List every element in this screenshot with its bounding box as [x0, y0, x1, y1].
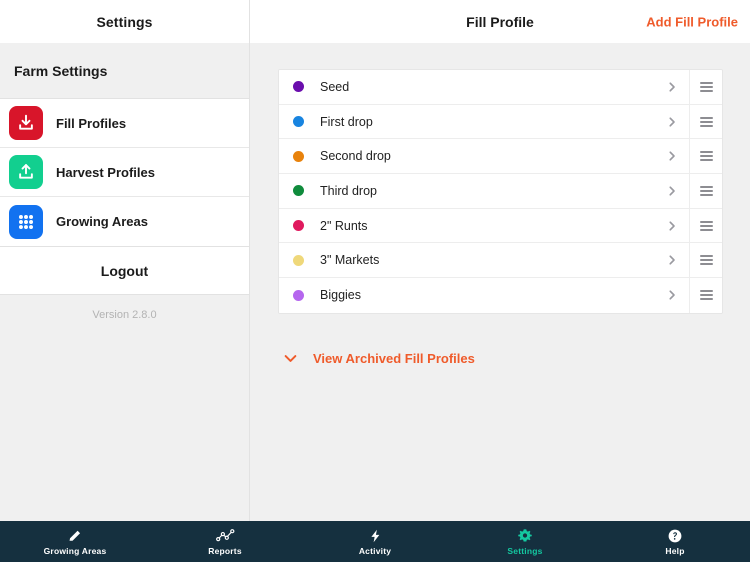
question-icon [667, 527, 683, 544]
bolt-icon [368, 527, 383, 544]
nav-label: Activity [358, 546, 392, 556]
view-archived-fill-profiles-button[interactable]: View Archived Fill Profiles [278, 351, 723, 366]
table-row[interactable]: Seed [279, 70, 722, 105]
profile-name: Third drop [320, 183, 377, 198]
chevron-right-icon[interactable] [655, 174, 689, 208]
drag-handle-icon[interactable] [689, 139, 722, 174]
drag-handle-icon[interactable] [689, 174, 722, 208]
profile-color-dot [293, 254, 304, 266]
drag-handle-icon[interactable] [689, 208, 722, 243]
sidebar-title: Settings [96, 13, 153, 30]
grid-icon [9, 204, 43, 239]
profile-name: 3" Markets [320, 253, 380, 268]
table-row[interactable]: 2" Runts [279, 208, 722, 244]
logout-button[interactable]: Logout [0, 247, 249, 295]
profile-color-dot [293, 150, 304, 162]
fill-profile-list: Seed First drop Second drop Third drop 2… [278, 69, 723, 314]
main-header: Fill Profile Add Fill Profile [250, 0, 750, 43]
sidebar-item-label: Fill Profiles [56, 115, 127, 131]
chevron-right-icon[interactable] [655, 70, 689, 104]
table-row[interactable]: 3" Markets [279, 243, 722, 279]
bottom-navigation: Growing Areas Reports Activity Settings … [0, 521, 750, 562]
table-row[interactable]: Second drop [279, 139, 722, 175]
sidebar-item-label: Growing Areas [56, 214, 148, 229]
row-main[interactable]: Third drop [279, 174, 655, 208]
settings-sidebar: Settings Farm Settings Fill Profiles Har… [0, 0, 250, 521]
profile-color-dot [293, 81, 304, 93]
row-main[interactable]: 3" Markets [279, 243, 655, 277]
sidebar-filler [0, 335, 249, 521]
drag-handle-icon[interactable] [689, 243, 722, 278]
nav-label: Growing Areas [43, 546, 107, 556]
profile-color-dot [293, 220, 304, 232]
profile-color-dot [293, 289, 304, 301]
version-text: Version 2.8.0 [92, 309, 157, 321]
farm-settings-section-header: Farm Settings [0, 43, 249, 98]
add-fill-profile-button[interactable]: Add Fill Profile [646, 14, 738, 29]
profile-color-dot [293, 185, 304, 197]
upload-icon [9, 155, 43, 189]
sidebar-menu: Fill Profiles Harvest Profiles Growing A… [0, 98, 249, 247]
nav-label: Reports [208, 546, 242, 556]
download-icon [9, 106, 43, 140]
row-main[interactable]: 2" Runts [279, 209, 655, 243]
nav-item-reports[interactable]: Reports [150, 521, 300, 562]
sidebar-item-fill-profiles[interactable]: Fill Profiles [0, 99, 249, 148]
sidebar-item-harvest-profiles[interactable]: Harvest Profiles [0, 148, 249, 197]
row-main[interactable]: Seed [279, 70, 655, 104]
page-title: Fill Profile [466, 13, 534, 30]
main-content: Seed First drop Second drop Third drop 2… [250, 43, 750, 521]
drag-handle-icon[interactable] [689, 278, 722, 313]
row-main[interactable]: Second drop [279, 139, 655, 173]
main-panel: Fill Profile Add Fill Profile Seed First… [250, 0, 750, 521]
profile-name: Second drop [320, 149, 391, 164]
chevron-right-icon[interactable] [655, 243, 689, 277]
profile-color-dot [293, 116, 304, 128]
row-main[interactable]: First drop [279, 105, 655, 139]
profile-name: First drop [320, 114, 373, 129]
sidebar-item-growing-areas[interactable]: Growing Areas [0, 197, 249, 246]
chevron-right-icon[interactable] [655, 139, 689, 173]
table-row[interactable]: Biggies [279, 278, 722, 313]
profile-name: Seed [320, 79, 350, 94]
chevron-right-icon[interactable] [655, 105, 689, 139]
app-root: Settings Farm Settings Fill Profiles Har… [0, 0, 750, 562]
chevron-right-icon[interactable] [655, 278, 689, 313]
chevron-down-icon [284, 354, 297, 363]
section-label: Farm Settings [14, 62, 108, 79]
gear-icon [517, 527, 533, 544]
sidebar-header: Settings [0, 0, 249, 43]
archived-label: View Archived Fill Profiles [313, 350, 475, 366]
body-area: Settings Farm Settings Fill Profiles Har… [0, 0, 750, 521]
table-row[interactable]: First drop [279, 104, 722, 140]
profile-name: 2" Runts [320, 218, 368, 233]
row-main[interactable]: Biggies [279, 278, 655, 313]
table-row[interactable]: Third drop [279, 174, 722, 209]
chart-icon [215, 527, 235, 544]
nav-item-activity[interactable]: Activity [300, 521, 450, 562]
nav-item-help[interactable]: Help [600, 521, 750, 562]
chevron-right-icon[interactable] [655, 209, 689, 243]
nav-item-settings[interactable]: Settings [450, 521, 600, 562]
nav-label: Help [665, 546, 685, 556]
logout-label: Logout [100, 262, 149, 279]
sidebar-item-label: Harvest Profiles [56, 164, 155, 180]
drag-handle-icon[interactable] [689, 70, 722, 104]
nav-item-growing-areas[interactable]: Growing Areas [0, 521, 150, 562]
profile-name: Biggies [320, 288, 361, 303]
nav-label: Settings [507, 546, 543, 556]
drag-handle-icon[interactable] [689, 104, 722, 139]
pencil-icon [67, 527, 83, 544]
version-block: Version 2.8.0 [0, 295, 249, 335]
